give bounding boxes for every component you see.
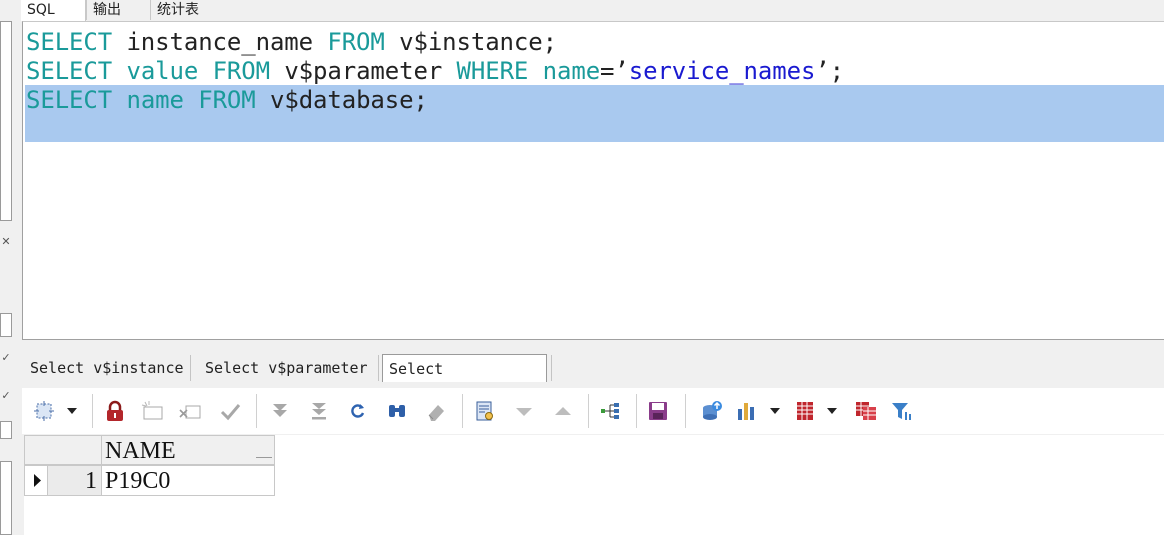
left-scrollbar[interactable] xyxy=(0,21,12,221)
save-icon[interactable] xyxy=(646,399,670,423)
tree-view-icon[interactable] xyxy=(598,399,622,423)
tab-output[interactable]: 输出 xyxy=(86,0,150,20)
insert-record-icon[interactable] xyxy=(140,399,164,423)
delete-record-icon[interactable] xyxy=(178,399,202,423)
check-icon: ✓ xyxy=(1,389,11,402)
sql-keyword: name xyxy=(542,57,601,85)
row-indicator[interactable] xyxy=(24,465,48,496)
chart-icon[interactable] xyxy=(735,399,759,423)
find-icon[interactable] xyxy=(385,399,409,423)
sql-keyword: SELECT xyxy=(26,86,113,114)
export-icon[interactable] xyxy=(700,399,724,423)
row-number: 1 xyxy=(47,465,102,496)
column-header-label: NAME xyxy=(105,438,176,464)
chevron-down-icon[interactable] xyxy=(827,408,837,414)
post-changes-icon[interactable] xyxy=(218,399,242,423)
refresh-icon[interactable] xyxy=(346,399,370,423)
sql-keyword: FROM xyxy=(212,57,271,85)
next-record-icon[interactable] xyxy=(512,399,536,423)
result-toolbar xyxy=(22,388,1164,434)
result-tab-bar: Select v$instance Select v$parameter Sel… xyxy=(22,351,1164,406)
toolbar-separator xyxy=(588,394,589,428)
sql-keyword: SELECT xyxy=(26,28,113,56)
close-icon[interactable]: ✕ xyxy=(0,235,12,248)
column-header[interactable]: NAME xyxy=(101,435,275,465)
tab-select-parameter[interactable]: Select v$parameter xyxy=(199,354,375,382)
chevron-down-icon[interactable] xyxy=(770,408,780,414)
grid-corner xyxy=(24,435,102,465)
toolbar-separator xyxy=(462,394,463,428)
sql-line[interactable]: SELECT instance_name FROM v$instance; xyxy=(26,28,557,57)
left-scrollbar-lower[interactable] xyxy=(0,461,12,535)
editor-tab-bar: SQL 输出 统计表 xyxy=(0,0,1164,21)
sql-editor[interactable]: SELECT instance_name FROM v$instance; SE… xyxy=(22,21,1164,340)
clear-icon[interactable] xyxy=(424,399,448,423)
toolbar-separator xyxy=(92,394,93,428)
sql-keyword: SELECT xyxy=(26,57,113,85)
select-mode-icon[interactable] xyxy=(32,399,56,423)
sql-keyword: FROM xyxy=(198,86,256,114)
sql-text: v$parameter xyxy=(269,57,457,85)
sql-text: v$database; xyxy=(255,86,428,114)
tab-separator xyxy=(378,355,379,381)
filter-icon[interactable] xyxy=(890,399,914,423)
sql-keyword: value xyxy=(126,57,199,85)
fetch-next-icon[interactable] xyxy=(268,399,292,423)
sql-text: ’; xyxy=(815,57,844,85)
sql-keyword: FROM xyxy=(327,28,385,56)
lock-icon[interactable] xyxy=(103,399,127,423)
fetch-last-icon[interactable] xyxy=(307,399,331,423)
tab-separator xyxy=(551,355,552,381)
sql-line[interactable]: SELECT value FROM v$parameter WHERE name… xyxy=(26,57,844,86)
table-cell[interactable]: P19C0 xyxy=(101,465,275,496)
grid-options-icon[interactable] xyxy=(793,399,817,423)
tab-separator xyxy=(190,355,191,381)
column-resize-mark xyxy=(256,457,272,458)
check-icon: ✓ xyxy=(1,351,11,364)
sql-keyword: name xyxy=(126,86,184,114)
left-box xyxy=(0,421,12,439)
tab-select-instance[interactable]: Select v$instance xyxy=(24,354,190,382)
tab-sql[interactable]: SQL xyxy=(21,0,86,21)
left-panel-edge: ✕ ✓ ✓ xyxy=(0,21,18,535)
compare-icon[interactable] xyxy=(854,399,878,423)
tab-statistics[interactable]: 统计表 xyxy=(150,0,216,20)
sql-line[interactable]: SELECT name FROM v$database; xyxy=(26,86,428,115)
chevron-down-icon[interactable] xyxy=(67,408,77,414)
previous-record-icon[interactable] xyxy=(551,399,575,423)
toolbar-separator xyxy=(685,394,686,428)
toolbar-separator xyxy=(256,394,257,428)
sql-keyword: WHERE xyxy=(456,57,529,85)
sql-text: instance_name xyxy=(112,28,328,56)
tab-select-database[interactable]: Select v$database xyxy=(382,354,547,406)
query-by-example-icon[interactable] xyxy=(473,399,497,423)
sql-text: =’ xyxy=(600,57,629,85)
left-box xyxy=(0,313,12,337)
result-grid[interactable]: NAME 1 P19C0 xyxy=(24,435,1164,535)
toolbar-separator xyxy=(636,394,637,428)
sql-text: v$instance; xyxy=(384,28,557,56)
sql-string-literal: service_names xyxy=(628,57,816,85)
current-row-icon xyxy=(34,474,41,487)
